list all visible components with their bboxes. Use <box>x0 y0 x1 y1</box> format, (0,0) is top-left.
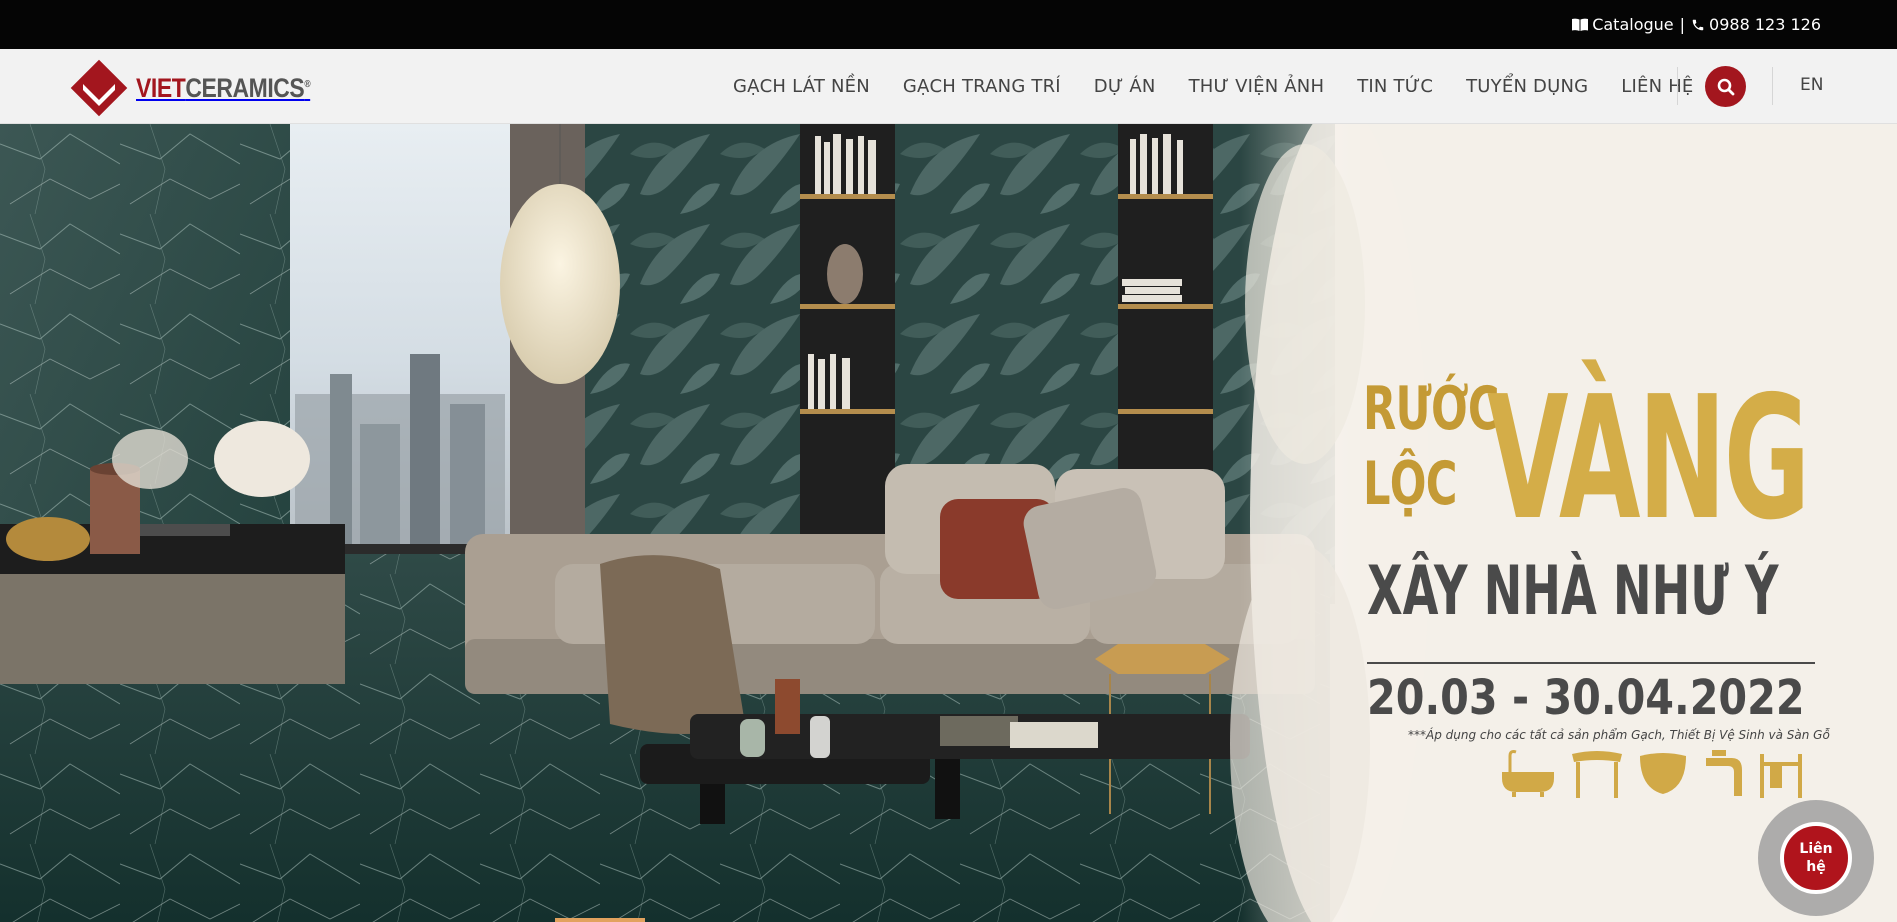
phone-link[interactable]: 0988 123 126 <box>1691 15 1821 34</box>
contact-button-line1: Liên <box>1799 840 1833 857</box>
phone-number: 0988 123 126 <box>1709 15 1821 34</box>
toilet-icon <box>1640 753 1686 794</box>
logo-text: VIETCERAMICS® <box>136 72 311 104</box>
topbar-separator: | <box>1679 15 1686 34</box>
top-contact-links: Catalogue | 0988 123 126 <box>1572 15 1821 34</box>
logo-text-viet: VIET <box>136 72 186 103</box>
book-icon <box>1572 18 1589 31</box>
promo-product-icons <box>1498 748 1804 798</box>
promo-line-ruoc: RƯỚC <box>1363 374 1500 444</box>
sink-cabinet-icon <box>1572 751 1622 798</box>
nav-item-thu-vien-anh[interactable]: THƯ VIỆN ẢNH <box>1189 76 1325 97</box>
logo-registered-mark: ® <box>304 78 311 90</box>
nav-item-du-an[interactable]: DỰ ÁN <box>1094 76 1156 97</box>
catalogue-label: Catalogue <box>1592 15 1674 34</box>
promo-line-loc: LỘC <box>1363 449 1458 519</box>
promo-dates: 20.03 - 30.04.2022 <box>1367 670 1805 726</box>
contact-button-label: Liên hệ <box>1799 840 1832 876</box>
logo-diamond-icon <box>70 59 128 117</box>
nav-item-gach-lat-nen[interactable]: GẠCH LÁT NỀN <box>733 76 870 97</box>
nav-item-lien-he[interactable]: LIÊN HỆ <box>1621 76 1693 97</box>
main-nav: GẠCH LÁT NỀN GẠCH TRANG TRÍ DỰ ÁN THƯ VI… <box>733 49 1694 124</box>
promo-divider <box>1367 662 1815 664</box>
nav-item-tin-tuc[interactable]: TIN TỨC <box>1357 76 1433 97</box>
search-button[interactable] <box>1705 66 1746 107</box>
floating-contact-button[interactable]: Liên hệ <box>1758 800 1874 916</box>
nav-divider <box>1677 67 1678 105</box>
logo-text-ceramics: CERAMICS <box>185 72 305 103</box>
hero-banner[interactable]: RƯỚC LỘC VÀNG XÂY NHÀ NHƯ Ý 20.03 - 30.0… <box>0 124 1897 922</box>
nav-item-gach-trang-tri[interactable]: GẠCH TRANG TRÍ <box>903 76 1061 97</box>
main-header: VIETCERAMICS® GẠCH LÁT NỀN GẠCH TRANG TR… <box>0 49 1897 124</box>
catalogue-link[interactable]: Catalogue <box>1572 15 1674 34</box>
phone-icon <box>1692 19 1704 30</box>
promo-headline-vang: VÀNG <box>1487 360 1810 558</box>
site-logo[interactable]: VIETCERAMICS® <box>70 59 341 117</box>
faucet-icon <box>1706 750 1742 796</box>
language-switch[interactable]: EN <box>1800 75 1823 95</box>
contact-button-inner[interactable]: Liên hệ <box>1780 822 1852 894</box>
promo-note: ***Áp dụng cho các tất cả sản phẩm Gạch,… <box>1408 728 1830 742</box>
promo-subheadline: XÂY NHÀ NHƯ Ý <box>1367 552 1779 631</box>
contact-button-line2: hệ <box>1806 859 1826 875</box>
lang-divider <box>1772 67 1773 105</box>
top-bar: Catalogue | 0988 123 126 <box>0 0 1897 49</box>
nav-item-tuyen-dung[interactable]: TUYỂN DỤNG <box>1466 76 1588 97</box>
towel-rack-icon <box>1760 754 1802 798</box>
slider-indicator[interactable] <box>555 918 645 922</box>
bathtub-icon <box>1502 750 1554 797</box>
search-icon <box>1717 78 1734 95</box>
